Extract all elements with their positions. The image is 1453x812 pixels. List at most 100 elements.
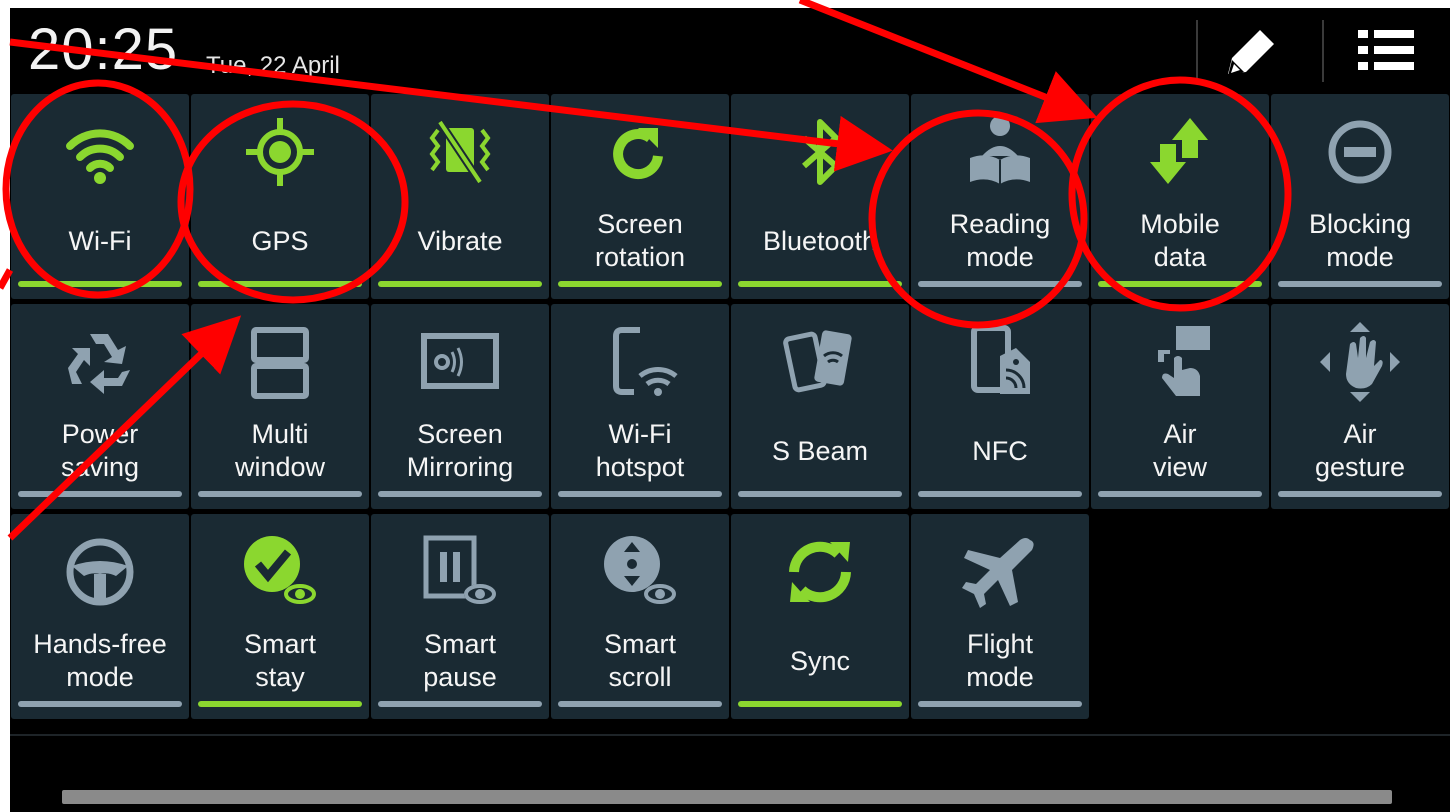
toggle-label: Wi-Fi bbox=[68, 225, 132, 256]
toggle-label: Hands-free mode bbox=[33, 629, 167, 692]
toggle-label: Air gesture bbox=[1314, 419, 1406, 482]
toggle-label: Bluetooth bbox=[762, 225, 878, 256]
toggle-label: GPS bbox=[251, 225, 309, 256]
toggle-tile[interactable]: Multi window bbox=[191, 304, 369, 509]
toggle-tile[interactable]: Vibrate bbox=[371, 94, 549, 299]
multi-window-icon bbox=[240, 322, 320, 402]
mobile-data-icon bbox=[1140, 112, 1220, 192]
toggle-label: S Beam bbox=[771, 435, 869, 466]
toggle-label: NFC bbox=[972, 435, 1028, 466]
smart-pause-icon bbox=[420, 532, 500, 612]
toggle-state-indicator bbox=[1098, 491, 1262, 497]
toggle-tile[interactable]: Screen rotation bbox=[551, 94, 729, 299]
toggle-tile[interactable]: Air view bbox=[1091, 304, 1269, 509]
toggle-label: Power saving bbox=[60, 419, 140, 482]
clock: 20:25 bbox=[28, 17, 179, 82]
toggle-tile[interactable]: Air gesture bbox=[1271, 304, 1449, 509]
gps-icon bbox=[240, 112, 320, 192]
toggle-state-indicator bbox=[198, 701, 362, 707]
arrow-stub bbox=[0, 268, 14, 290]
toggle-state-indicator bbox=[738, 701, 902, 707]
divider bbox=[1196, 20, 1198, 82]
reading-icon bbox=[960, 112, 1040, 192]
toggle-label: Flight mode bbox=[966, 629, 1034, 692]
brightness-scrollbar[interactable] bbox=[62, 790, 1392, 804]
status-bar: 20:25 Tue, 22 April bbox=[10, 8, 1450, 92]
toggle-state-indicator bbox=[198, 281, 362, 287]
toggle-state-indicator bbox=[1278, 491, 1442, 497]
toggle-state-indicator bbox=[558, 491, 722, 497]
list-icon bbox=[1358, 30, 1414, 70]
toggle-state-indicator bbox=[198, 491, 362, 497]
toggle-tile[interactable]: Power saving bbox=[11, 304, 189, 509]
toggle-label: Screen rotation bbox=[594, 209, 686, 272]
toggle-label: Blocking mode bbox=[1308, 209, 1412, 272]
bluetooth-icon bbox=[780, 112, 860, 192]
toggle-label: Multi window bbox=[234, 419, 326, 482]
toggle-state-indicator bbox=[558, 281, 722, 287]
smart-stay-icon bbox=[240, 532, 320, 612]
toggle-label: Vibrate bbox=[417, 225, 503, 256]
toggle-tile[interactable]: Wi-Fi hotspot bbox=[551, 304, 729, 509]
toggle-label: Smart scroll bbox=[603, 629, 676, 692]
vibrate-icon bbox=[420, 112, 500, 192]
rotation-icon bbox=[600, 112, 680, 192]
toggle-state-indicator bbox=[378, 491, 542, 497]
recycle-icon bbox=[60, 322, 140, 402]
divider bbox=[10, 734, 1450, 736]
toggle-tile[interactable]: S Beam bbox=[731, 304, 909, 509]
toggle-tile[interactable]: Blocking mode bbox=[1271, 94, 1449, 299]
toggle-label: Sync bbox=[789, 645, 851, 676]
smart-scroll-icon bbox=[600, 532, 680, 612]
airplane-icon bbox=[960, 532, 1040, 612]
toggle-label: Screen Mirroring bbox=[406, 419, 514, 482]
steering-wheel-icon bbox=[60, 532, 140, 612]
toggle-tile[interactable]: Flight mode bbox=[911, 514, 1089, 719]
toggle-state-indicator bbox=[378, 701, 542, 707]
toggle-tile[interactable]: Smart pause bbox=[371, 514, 549, 719]
toggle-state-indicator bbox=[918, 701, 1082, 707]
toggle-tile[interactable]: Mobile data bbox=[1091, 94, 1269, 299]
toggle-state-indicator bbox=[1278, 281, 1442, 287]
pencil-icon bbox=[1228, 30, 1274, 76]
edit-button[interactable] bbox=[1218, 22, 1286, 82]
toggle-label: Wi-Fi hotspot bbox=[595, 419, 685, 482]
sbeam-icon bbox=[780, 322, 860, 402]
mirroring-icon bbox=[420, 322, 500, 402]
toggle-tile[interactable]: Sync bbox=[731, 514, 909, 719]
toggle-tile[interactable]: Smart scroll bbox=[551, 514, 729, 719]
air-gesture-icon bbox=[1320, 322, 1400, 402]
toggle-tile[interactable]: GPS bbox=[191, 94, 369, 299]
toggle-tile[interactable]: Bluetooth bbox=[731, 94, 909, 299]
toggle-label: Smart stay bbox=[243, 629, 316, 692]
toggle-tile[interactable]: Smart stay bbox=[191, 514, 369, 719]
toggle-state-indicator bbox=[918, 281, 1082, 287]
settings-list-button[interactable] bbox=[1346, 20, 1426, 80]
toggle-label: Mobile data bbox=[1140, 209, 1220, 272]
toggle-label: Air view bbox=[1152, 419, 1207, 482]
air-view-icon bbox=[1140, 322, 1220, 402]
toggle-tile[interactable]: Reading mode bbox=[911, 94, 1089, 299]
wifi-icon bbox=[60, 112, 140, 192]
toggle-tile[interactable]: Wi-Fi bbox=[11, 94, 189, 299]
quick-settings-panel: 20:25 Tue, 22 April Wi-Fi GPS Vibrate Scree… bbox=[10, 8, 1450, 812]
toggle-state-indicator bbox=[378, 281, 542, 287]
toggle-state-indicator bbox=[738, 281, 902, 287]
blocking-icon bbox=[1320, 112, 1400, 192]
sync-icon bbox=[780, 532, 860, 612]
toggle-state-indicator bbox=[738, 491, 902, 497]
toggle-state-indicator bbox=[18, 491, 182, 497]
nfc-icon bbox=[960, 322, 1040, 402]
toggle-tile[interactable]: NFC bbox=[911, 304, 1089, 509]
toggle-state-indicator bbox=[558, 701, 722, 707]
toggle-label: Reading mode bbox=[949, 209, 1051, 272]
toggle-state-indicator bbox=[18, 701, 182, 707]
hotspot-icon bbox=[600, 322, 680, 402]
toggle-label: Smart pause bbox=[423, 629, 497, 692]
toggle-tile[interactable]: Hands-free mode bbox=[11, 514, 189, 719]
divider bbox=[1322, 20, 1324, 82]
toggle-state-indicator bbox=[1098, 281, 1262, 287]
date: Tue, 22 April bbox=[206, 52, 340, 79]
toggle-tile[interactable]: Screen Mirroring bbox=[371, 304, 549, 509]
toggle-state-indicator bbox=[918, 491, 1082, 497]
